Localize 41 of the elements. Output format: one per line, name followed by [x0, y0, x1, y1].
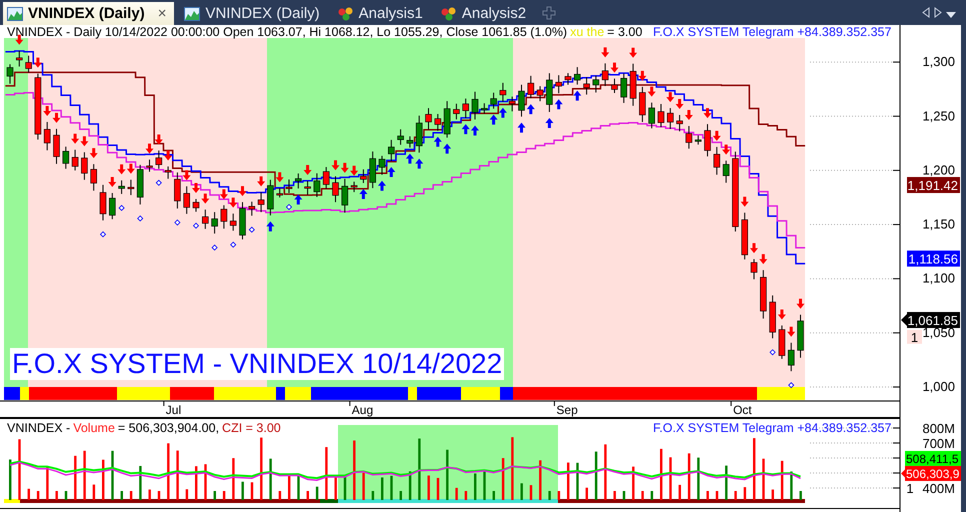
price-tag: 1 — [907, 330, 922, 345]
axis-label: 1,200 — [922, 162, 955, 178]
axis-label: 1,100 — [922, 270, 955, 286]
axis-label: 1,150 — [922, 216, 955, 232]
tab[interactable]: VNINDEX (Daily) — [180, 2, 328, 25]
indicator-value: CZI = 3.00 — [222, 421, 281, 436]
telegram-text: F.O.X SYSTEM Telegram +84.389.352.357 — [653, 421, 892, 436]
axis-label: 1,300 — [922, 54, 955, 70]
scroll-right-icon[interactable] — [934, 7, 942, 18]
axis-label: Sep — [556, 403, 578, 417]
axis-label: Jul — [166, 403, 182, 417]
chart-caption: F.O.X SYSTEM - VNINDEX 10/14/2022 — [10, 348, 504, 380]
dots-icon — [440, 6, 457, 20]
tab[interactable]: Analysis2 — [436, 2, 534, 25]
chart-header: VNINDEX - — [7, 421, 70, 436]
axis-label: Aug — [352, 403, 374, 417]
price-tag: 1,118.56 — [907, 250, 960, 267]
axis-label: Oct — [733, 403, 752, 417]
volume-tag: 508,411,5 — [905, 450, 961, 466]
indicator-label: xu the — [570, 25, 604, 40]
add-icon[interactable] — [542, 6, 556, 20]
scroll-left-icon[interactable] — [922, 7, 930, 18]
dots-icon — [338, 6, 354, 20]
telegram-text: F.O.X SYSTEM Telegram +84.389.352.357 — [653, 25, 892, 40]
axis-label: 800M — [922, 421, 955, 436]
close-button[interactable]: × — [158, 5, 166, 22]
chart-icon — [7, 6, 23, 20]
axis-label: 1,000 — [922, 379, 955, 394]
axis-label: 1,250 — [922, 108, 955, 124]
axis-label: 700M — [922, 436, 955, 451]
volume-tag: 1 — [905, 481, 915, 496]
indicator-value: = 3.00 — [607, 25, 642, 40]
series-label: Volume — [73, 421, 115, 436]
tab[interactable]: Analysis1 — [334, 2, 431, 25]
chart-header: VNINDEX - Daily 10/14/2022 00:00:00 Open 1063.07, Hi 1068.12, Lo 1055.29, Close 1061.85 (1.0%) — [7, 25, 568, 40]
chart-icon — [184, 6, 200, 20]
price-tag: 1,191.42 — [907, 177, 960, 194]
axis-label: 400M — [922, 481, 955, 496]
dropdown-icon[interactable] — [946, 12, 956, 18]
volume-reading: = 506,303,904.00, — [118, 421, 220, 436]
tab[interactable]: VNINDEX (Daily) × — [3, 2, 174, 25]
